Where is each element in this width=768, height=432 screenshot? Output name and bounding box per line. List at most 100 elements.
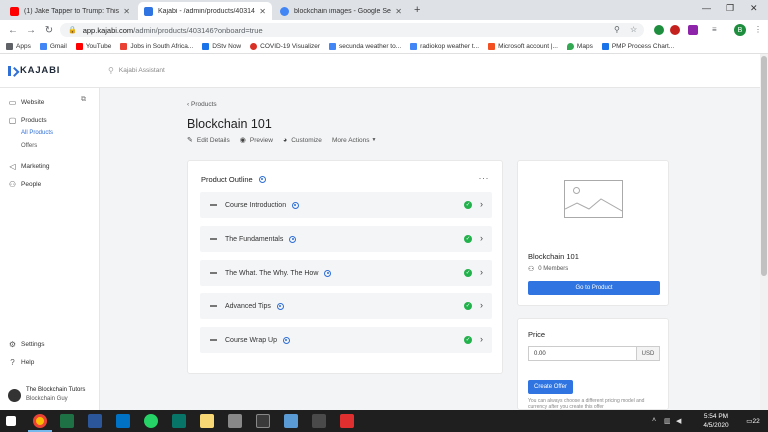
info-icon[interactable] xyxy=(258,176,266,183)
close-tab-icon[interactable]: ✕ xyxy=(259,7,266,16)
menu-kebab-icon[interactable]: ⋮ xyxy=(754,25,762,34)
chevron-right-icon[interactable]: › xyxy=(480,267,483,277)
acrobat-icon[interactable] xyxy=(340,414,354,428)
sidebar-item-products[interactable]: ▢ Products xyxy=(8,116,47,125)
drag-handle-icon[interactable] xyxy=(210,272,217,274)
file-explorer-icon[interactable] xyxy=(200,414,214,428)
bookmark-star-icon[interactable]: ☆ xyxy=(630,25,637,34)
scrollbar-thumb[interactable] xyxy=(761,56,767,276)
info-icon[interactable] xyxy=(283,336,291,344)
bookmark-maps[interactable]: Maps xyxy=(566,43,593,50)
volume-icon[interactable]: ◀ xyxy=(676,417,681,425)
new-tab-icon[interactable]: + xyxy=(414,4,420,16)
network-app-icon[interactable] xyxy=(284,414,298,428)
drag-handle-icon[interactable] xyxy=(210,204,217,206)
preview-button[interactable]: ◉ Preview xyxy=(240,136,273,145)
pricing-note: You can always choose a different pricin… xyxy=(528,398,645,410)
tab-kajabi[interactable]: Kajabi - /admin/products/40314 ✕ xyxy=(138,2,272,20)
more-horizontal-icon[interactable]: ··· xyxy=(479,173,490,183)
chevron-right-icon[interactable]: › xyxy=(480,334,483,344)
outline-module[interactable]: Course Wrap Up ✓ › xyxy=(200,327,492,353)
external-link-icon[interactable]: ⧉ xyxy=(81,96,86,104)
search-icon[interactable]: ⚲ xyxy=(614,25,620,34)
page-scrollbar[interactable] xyxy=(760,54,768,410)
google-icon xyxy=(410,43,418,50)
bookmark-jobs[interactable]: Jobs in South Africa... xyxy=(120,43,193,50)
close-tab-icon[interactable]: ✕ xyxy=(123,7,130,16)
info-icon[interactable] xyxy=(276,302,284,310)
go-to-product-button[interactable]: Go to Product xyxy=(528,281,660,295)
outline-module[interactable]: The What. The Why. The How ✓ › xyxy=(200,260,492,286)
close-window-icon[interactable]: ✕ xyxy=(750,3,758,14)
whatsapp-icon[interactable] xyxy=(144,414,158,428)
user-profile[interactable]: The Blockchain Tutors Blockchain Guy xyxy=(8,386,85,404)
sidebar-item-help[interactable]: ? Help xyxy=(8,358,34,367)
word-icon[interactable] xyxy=(88,414,102,428)
sidebar-subitem-all-products[interactable]: All Products xyxy=(21,130,53,136)
customize-button[interactable]: ◕ Customize xyxy=(283,136,322,144)
start-windows-icon[interactable] xyxy=(6,416,16,426)
bookmark-label: YouTube xyxy=(85,43,112,50)
bookmark-microsoft[interactable]: Microsoft account |... xyxy=(488,43,558,50)
excel-icon[interactable] xyxy=(60,414,74,428)
app-window-icon[interactable] xyxy=(256,414,270,428)
drag-handle-icon[interactable] xyxy=(210,238,217,240)
chevron-right-icon[interactable]: › xyxy=(480,199,483,209)
outline-module[interactable]: The Fundamentals ✓ › xyxy=(200,226,492,252)
forward-icon[interactable]: → xyxy=(26,25,36,36)
drag-handle-icon[interactable] xyxy=(210,305,217,307)
bookmark-apps[interactable]: Apps xyxy=(6,43,31,50)
outlook-icon[interactable] xyxy=(116,414,130,428)
back-icon[interactable]: ← xyxy=(8,25,18,36)
restore-icon[interactable]: ❐ xyxy=(726,3,734,14)
sidebar-item-settings[interactable]: ⚙ Settings xyxy=(8,340,45,349)
drag-handle-icon[interactable] xyxy=(210,339,217,341)
create-offer-button[interactable]: Create Offer xyxy=(528,380,573,394)
profile-avatar[interactable]: B xyxy=(734,24,746,36)
tab-youtube[interactable]: (1) Jake Tapper to Trump: This re ✕ xyxy=(4,2,136,20)
bookmark-gmail[interactable]: Gmail xyxy=(39,43,67,50)
tray-chevron-icon[interactable]: ˄ xyxy=(652,417,656,424)
price-input[interactable]: 0.00 xyxy=(528,346,636,361)
calculator-icon[interactable] xyxy=(228,414,242,428)
dstv-icon xyxy=(202,43,210,50)
chevron-right-icon[interactable]: › xyxy=(480,300,483,310)
assistant-search[interactable]: ⚲ Kajabi Assistant xyxy=(108,66,165,75)
extension-grammarly-icon[interactable] xyxy=(654,25,664,35)
info-icon[interactable] xyxy=(289,235,297,243)
bookmark-pmp[interactable]: PMP Process Chart... xyxy=(601,43,674,50)
publisher-icon[interactable] xyxy=(172,414,186,428)
network-icon[interactable]: ▥ xyxy=(664,417,671,425)
tab-google-images[interactable]: blockchain images - Google Sear ✕ xyxy=(274,2,408,20)
minimize-icon[interactable]: — xyxy=(702,3,711,13)
extension-red-icon[interactable] xyxy=(670,25,680,35)
close-tab-icon[interactable]: ✕ xyxy=(395,7,402,16)
system-clock[interactable]: 5:54 PM 4/5/2020 xyxy=(696,412,736,430)
bookmark-covid[interactable]: COVID-19 Visualizer xyxy=(250,43,320,50)
bookmark-secunda[interactable]: secunda weather to... xyxy=(329,43,401,50)
more-actions-dropdown[interactable]: More Actions ▼ xyxy=(332,136,377,144)
avatar xyxy=(8,388,21,402)
reload-icon[interactable]: ↻ xyxy=(44,25,54,36)
breadcrumb[interactable]: ‹ Products xyxy=(187,101,217,108)
chevron-right-icon[interactable]: › xyxy=(480,233,483,243)
info-icon[interactable] xyxy=(292,201,300,209)
outline-module[interactable]: Advanced Tips ✓ › xyxy=(200,293,492,319)
sidebar-item-website[interactable]: ▭ Website xyxy=(8,98,45,107)
bookmark-youtube[interactable]: YouTube xyxy=(75,43,112,50)
kajabi-logo[interactable]: KAJABI xyxy=(8,65,60,76)
sidebar-item-people[interactable]: ⚇ People xyxy=(8,180,41,189)
chrome-icon[interactable] xyxy=(33,414,47,428)
outline-module[interactable]: Course Introduction ✓ › xyxy=(200,192,492,218)
playlist-icon[interactable]: ≡ xyxy=(712,25,717,34)
notifications-button[interactable]: ▭ 22 xyxy=(744,414,762,428)
bookmark-radiokop[interactable]: radiokop weather t... xyxy=(410,43,479,50)
sidebar-item-marketing[interactable]: ◁ Marketing xyxy=(8,162,49,171)
bookmark-dstv[interactable]: DStv Now xyxy=(202,43,241,50)
url-input[interactable]: 🔒 app.kajabi.com/admin/products/403146?o… xyxy=(60,23,644,37)
sidebar-subitem-offers[interactable]: Offers xyxy=(21,143,37,149)
extension-purple-icon[interactable] xyxy=(688,25,698,35)
edit-details-button[interactable]: ✎ Edit Details xyxy=(187,136,230,145)
info-icon[interactable] xyxy=(324,269,332,277)
app-icon[interactable] xyxy=(312,414,326,428)
